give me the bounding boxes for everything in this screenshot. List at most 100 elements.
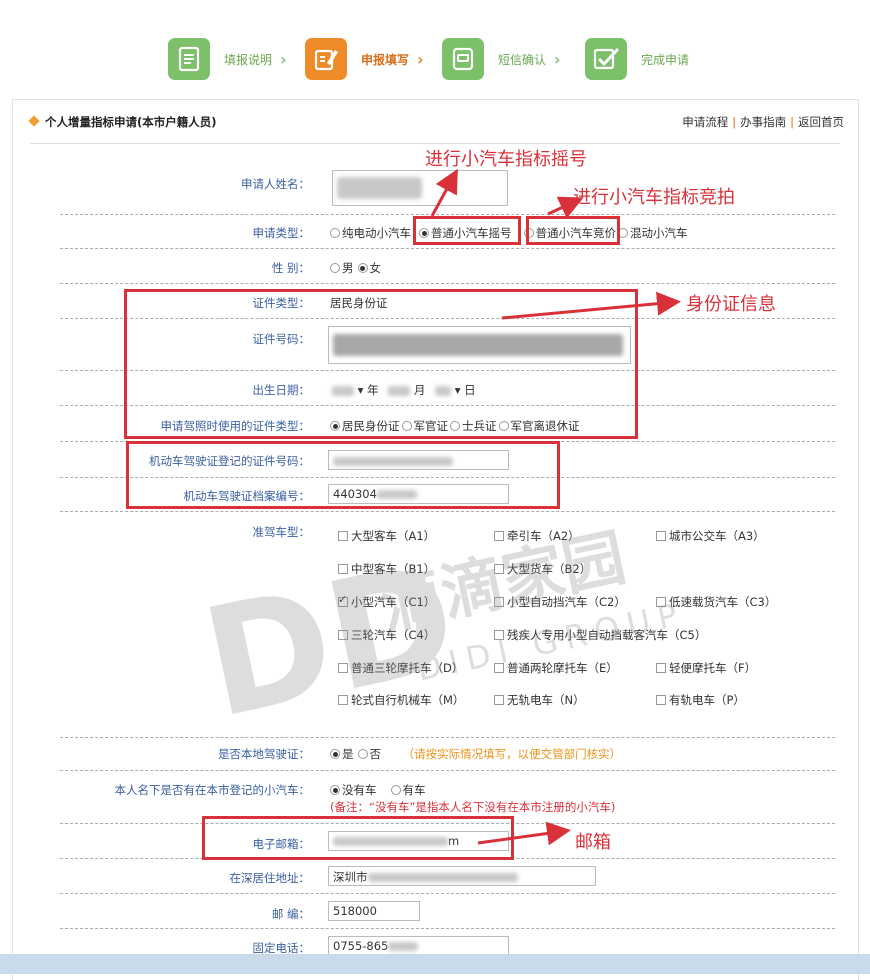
- step-label: 短信确认: [498, 52, 547, 67]
- name-label: 申请人姓名：: [241, 177, 310, 191]
- address-input[interactable]: 深圳市: [328, 866, 596, 886]
- vehicle-type-label: 低速载货汽车（C3）: [669, 595, 777, 609]
- vehicle-type-label: 轮式自行机械车（M）: [351, 693, 465, 707]
- divider: [60, 248, 835, 249]
- checkbox-empty-icon: [494, 531, 504, 541]
- vehicle-type-label: 小型自动挡汽车（C2）: [507, 595, 626, 609]
- gender-options: 男女: [330, 260, 381, 276]
- checkbox-empty-icon: [656, 695, 666, 705]
- vehicle-type-checkbox[interactable]: 三轮汽车（C4）: [338, 627, 435, 643]
- step-label: 申报填写: [361, 52, 410, 67]
- page-title-text: 个人增量指标申请(本市户籍人员): [45, 115, 217, 129]
- checkbox-empty-icon: [494, 564, 504, 574]
- own-car-label: 本人名下是否有在本市登记的小汽车：: [114, 783, 311, 797]
- vehicle-type-checkbox[interactable]: 轮式自行机械车（M）: [338, 692, 464, 708]
- annotation-bidding: 进行小汽车指标竞拍: [573, 187, 735, 208]
- vehicle-type-label: 普通两轮摩托车（E）: [507, 661, 618, 675]
- vehicle-type-label: 有轨电车（P）: [669, 693, 745, 707]
- divider: [60, 283, 835, 284]
- gender-label: 性 别：: [271, 261, 310, 275]
- vehicle-type-checkbox[interactable]: 无轨电车（N）: [494, 692, 585, 708]
- local-license-label: 是否本地驾驶证：: [218, 747, 310, 761]
- header-links: 申请流程 | 办事指南 | 返回首页: [682, 115, 844, 129]
- link-home[interactable]: 返回首页: [798, 115, 844, 129]
- vehicle-type-label: 城市公交车（A3）: [669, 529, 765, 543]
- radio-no-car[interactable]: 没有车: [330, 783, 377, 797]
- checkbox-empty-icon: [338, 531, 348, 541]
- divider: [60, 511, 835, 512]
- vehicle-type-label: 无轨电车（N）: [507, 693, 585, 707]
- vehicle-type-checkbox[interactable]: 大型货车（B2）: [494, 561, 591, 577]
- divider: [60, 893, 835, 894]
- highlight-bidding-box: [526, 216, 620, 245]
- radio-pure-electric[interactable]: 纯电动小汽车: [330, 226, 411, 240]
- checkbox-empty-icon: [656, 597, 666, 607]
- radio-female[interactable]: 女: [357, 261, 381, 275]
- checkbox-empty-icon: [656, 663, 666, 673]
- message-icon: [442, 38, 484, 80]
- step-sms-confirm: 短信确认 ›: [442, 38, 561, 80]
- divider: [60, 770, 835, 771]
- local-license-note: （请按实际情况填写，以便交管部门核实）: [402, 747, 622, 761]
- vehicle-type-label: 准驾车型：: [252, 525, 311, 539]
- vehicle-type-checkbox[interactable]: 小型自动挡汽车（C2）: [494, 594, 626, 610]
- radio-hybrid[interactable]: 混动小汽车: [616, 226, 688, 240]
- checkbox-empty-icon: [338, 663, 348, 673]
- vehicle-type-checkbox[interactable]: 普通三轮摩托车（D）: [338, 660, 463, 676]
- step-complete: 完成申请: [585, 38, 689, 80]
- link-service-guide[interactable]: 办事指南: [740, 115, 786, 129]
- phone-input[interactable]: 0755-865: [328, 936, 509, 956]
- checkbox-empty-icon: [494, 695, 504, 705]
- vehicle-type-checkbox[interactable]: 轻便摩托车（F）: [656, 660, 756, 676]
- own-car-options: 没有车 有车: [330, 782, 426, 798]
- vehicle-type-label: 中型客车（B1）: [351, 562, 436, 576]
- checkbox-empty-icon: [494, 597, 504, 607]
- highlight-license-box: [126, 441, 560, 509]
- step-label: 完成申请: [641, 52, 690, 67]
- vehicle-type-checkbox[interactable]: 小型汽车（C1）: [338, 593, 436, 610]
- vehicle-type-checkbox[interactable]: 大型客车（A1）: [338, 528, 435, 544]
- checkbox-empty-icon: [338, 630, 348, 640]
- vehicle-type-checkbox[interactable]: 城市公交车（A3）: [656, 528, 765, 544]
- vehicle-type-label: 小型汽车（C1）: [351, 595, 436, 609]
- vehicle-type-label: 大型客车（A1）: [351, 529, 436, 543]
- chevron-right-icon: ›: [417, 49, 424, 69]
- radio-has-car[interactable]: 有车: [390, 783, 426, 797]
- vehicle-type-checkbox[interactable]: 残疾人专用小型自动挡载客汽车（C5）: [494, 627, 706, 643]
- address-label: 在深居住地址：: [229, 871, 311, 885]
- highlight-email-box: [202, 816, 514, 860]
- radio-male[interactable]: 男: [330, 261, 354, 275]
- vehicle-type-label: 轻便摩托车（F）: [669, 661, 757, 675]
- document-icon: [168, 38, 210, 80]
- zip-input[interactable]: 518000: [328, 901, 420, 921]
- vehicle-type-label: 三轮汽车（C4）: [351, 628, 436, 642]
- radio-local-no[interactable]: 否: [357, 747, 381, 761]
- divider: [30, 143, 840, 144]
- chevron-right-icon: ›: [554, 49, 561, 69]
- vehicle-type-label: 牵引车（A2）: [507, 529, 580, 543]
- annotation-email: 邮箱: [575, 832, 611, 853]
- checkbox-empty-icon: [494, 663, 504, 673]
- vehicle-type-label: 大型货车（B2）: [507, 562, 592, 576]
- zip-label: 邮 编：: [271, 907, 310, 921]
- application-type-label: 申请类型：: [252, 226, 311, 240]
- local-license-options: 是否 （请按实际情况填写，以便交管部门核实）: [330, 746, 621, 762]
- link-application-process[interactable]: 申请流程: [682, 115, 728, 129]
- checkbox-empty-icon: [338, 695, 348, 705]
- highlight-lottery-box: [413, 216, 521, 245]
- vehicle-type-checkbox[interactable]: 低速载货汽车（C3）: [656, 594, 776, 610]
- annotation-lottery: 进行小汽车指标摇号: [425, 149, 587, 170]
- step-label: 填报说明: [224, 52, 273, 67]
- name-input[interactable]: [332, 170, 508, 206]
- step-fill-instructions: 填报说明 ›: [168, 38, 287, 80]
- bottom-scroll-bar: [0, 954, 870, 974]
- checkbox-empty-icon: [494, 630, 504, 640]
- vehicle-type-checkbox[interactable]: 中型客车（B1）: [338, 561, 435, 577]
- vehicle-type-checkbox[interactable]: 牵引车（A2）: [494, 528, 580, 544]
- divider: [60, 737, 835, 738]
- vehicle-type-checkbox[interactable]: 有轨电车（P）: [656, 692, 745, 708]
- vehicle-type-checkbox[interactable]: 普通两轮摩托车（E）: [494, 660, 618, 676]
- divider: [60, 928, 835, 929]
- radio-local-yes[interactable]: 是: [330, 747, 354, 761]
- step-progress-bar: 填报说明 › 申报填写 › 短信确认 › 完成申请: [0, 0, 870, 95]
